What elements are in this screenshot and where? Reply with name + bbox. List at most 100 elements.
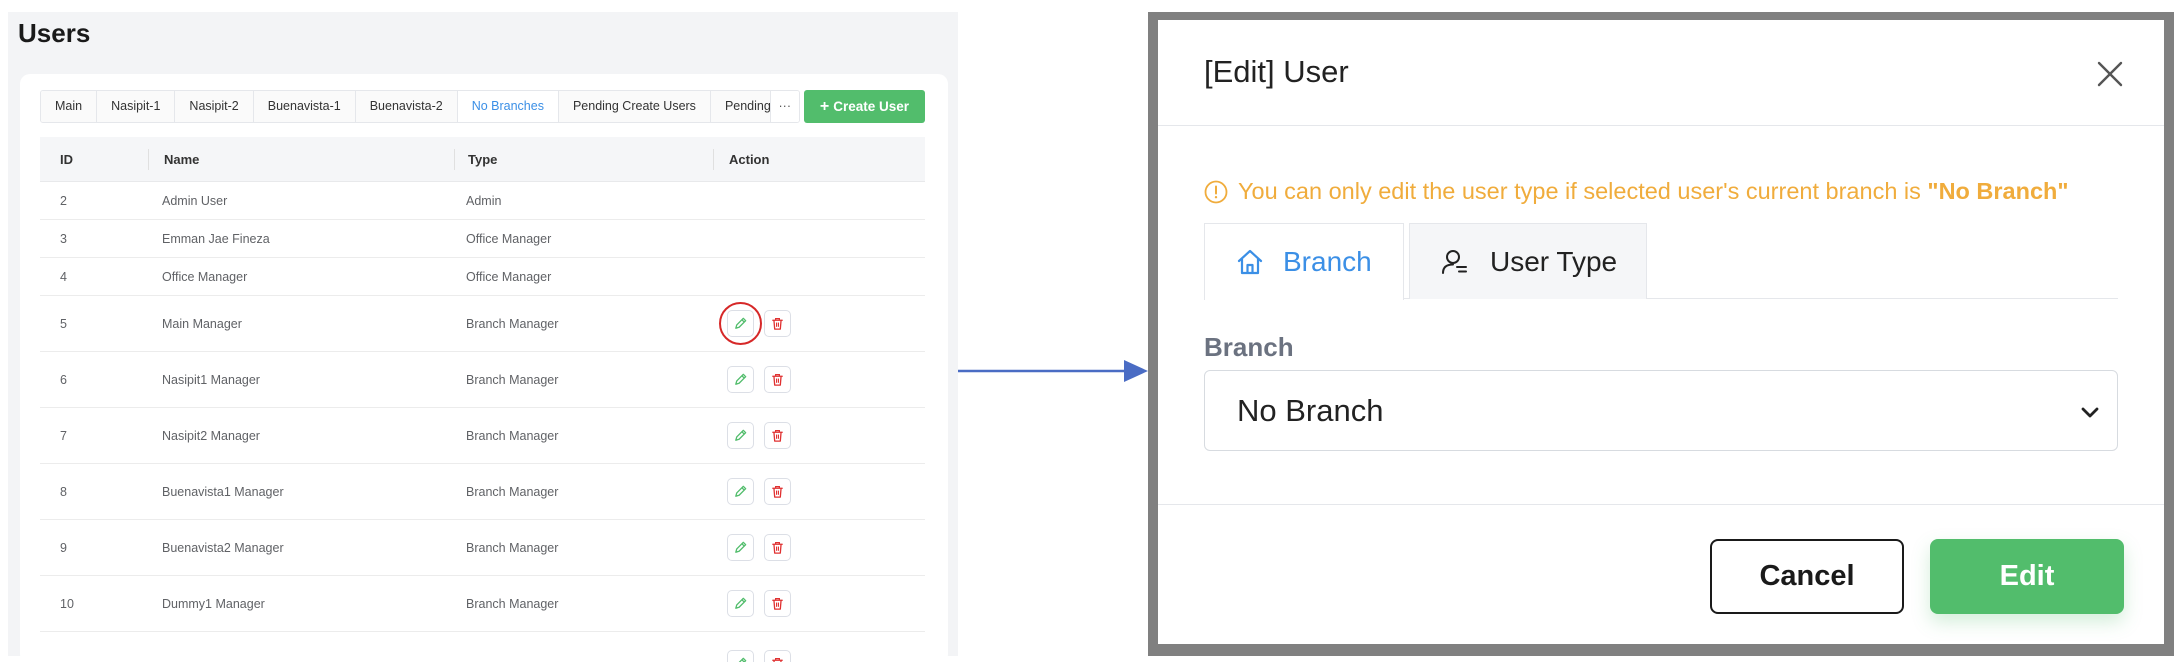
delete-row-button[interactable]: [764, 650, 791, 662]
edit-action-wrapper: [727, 422, 754, 449]
tab-pending-edit[interactable]: Pending E: [710, 91, 771, 122]
edit-action-wrapper: [727, 590, 754, 617]
edit-row-button[interactable]: [727, 422, 754, 449]
modal-tabs: Branch User Type: [1204, 223, 2118, 300]
cell-id: 4: [60, 269, 67, 284]
tab-buenavista-2[interactable]: Buenavista-2: [355, 91, 458, 122]
cell-action: [713, 182, 925, 219]
table-row: 7 Nasipit2 Manager Branch Manager: [40, 408, 925, 464]
modal-overlay: [Edit] User You can only edit the user t…: [1148, 12, 2174, 656]
tab-user-type[interactable]: User Type: [1409, 223, 1647, 299]
modal-title: [Edit] User: [1204, 54, 1349, 89]
cell-id: 8: [60, 484, 67, 499]
cell-type: Branch Manager: [466, 596, 559, 611]
branch-notice: You can only edit the user type if selec…: [1204, 178, 2069, 205]
edit-action-wrapper: [727, 478, 754, 505]
warning-icon: [1204, 180, 1228, 203]
screenshot-stage: Users Main Nasipit-1 Nasipit-2 Buenavist…: [0, 0, 2184, 664]
cancel-button[interactable]: Cancel: [1710, 539, 1904, 614]
tab-user-type-label: User Type: [1490, 245, 1618, 277]
cell-id: 9: [60, 540, 67, 555]
tab-no-branches[interactable]: No Branches: [457, 91, 559, 122]
notice-text: You can only edit the user type if selec…: [1238, 178, 2069, 204]
branch-field-label: Branch: [1204, 332, 1294, 362]
table-row: 6 Nasipit1 Manager Branch Manager: [40, 352, 925, 408]
delete-row-button[interactable]: [764, 478, 791, 505]
trash-icon: [770, 656, 785, 662]
column-header-type[interactable]: Type: [454, 137, 713, 181]
cell-id: 2: [60, 193, 67, 208]
table-row: 8 Buenavista1 Manager Branch Manager: [40, 464, 925, 520]
delete-row-button[interactable]: [764, 534, 791, 561]
create-user-button[interactable]: + Create User: [804, 90, 925, 123]
users-card: Main Nasipit-1 Nasipit-2 Buenavista-1 Bu…: [20, 74, 948, 664]
edit-row-button[interactable]: [727, 590, 754, 617]
tab-pending-create-users[interactable]: Pending Create Users: [558, 91, 711, 122]
edit-action-wrapper: [719, 302, 762, 345]
delete-row-button[interactable]: [764, 422, 791, 449]
edit-user-modal: [Edit] User You can only edit the user t…: [1158, 20, 2164, 644]
tab-branch[interactable]: Branch: [1204, 223, 1404, 300]
edit-row-button[interactable]: [727, 650, 754, 662]
pencil-icon: [733, 540, 748, 555]
users-page: Users Main Nasipit-1 Nasipit-2 Buenavist…: [8, 12, 958, 664]
cell-name: Dummy1 Manager: [162, 596, 265, 611]
cell-action: [713, 464, 925, 519]
arrow-right-icon: [958, 360, 1148, 382]
tab-nasipit-2[interactable]: Nasipit-2: [175, 91, 254, 122]
tab-nasipit-1[interactable]: Nasipit-1: [97, 91, 176, 122]
cell-id: 5: [60, 316, 67, 331]
table-row: 5 Main Manager Branch Manager: [40, 296, 925, 352]
branch-select[interactable]: No Branch: [1204, 370, 2118, 451]
cell-id: 3: [60, 231, 67, 246]
table-body: 2 Admin User Admin 3 Emman Jae Fineza Office …: [40, 182, 925, 662]
cell-type: Office Manager: [466, 231, 552, 246]
user-settings-icon: [1442, 249, 1467, 274]
pencil-icon: [733, 428, 748, 443]
column-header-id[interactable]: ID: [40, 137, 148, 181]
edit-row-button[interactable]: [727, 478, 754, 505]
cell-name: Office Manager: [162, 269, 248, 284]
create-user-label: Create User: [833, 99, 910, 114]
pencil-icon: [733, 596, 748, 611]
cell-action: [713, 520, 925, 575]
chevron-down-icon: [2081, 407, 2099, 418]
close-icon[interactable]: [2096, 60, 2124, 88]
table-row: 2 Admin User Admin: [40, 182, 925, 220]
edit-button[interactable]: Edit: [1930, 539, 2124, 614]
table-row: 4 Office Manager Office Manager: [40, 258, 925, 296]
trash-icon: [770, 596, 785, 611]
plus-icon: +: [819, 97, 830, 115]
cell-id: 10: [60, 596, 74, 611]
cell-type: Office Manager: [466, 269, 552, 284]
trash-icon: [770, 372, 785, 387]
cell-name: Nasipit2 Manager: [162, 428, 260, 443]
delete-row-button[interactable]: [764, 310, 791, 337]
edit-row-button[interactable]: [727, 366, 754, 393]
column-header-name[interactable]: Name: [148, 137, 454, 181]
delete-row-button[interactable]: [764, 366, 791, 393]
pencil-icon: [733, 484, 748, 499]
table-row: 3 Emman Jae Fineza Office Manager: [40, 220, 925, 258]
tab-main[interactable]: Main: [41, 91, 98, 122]
delete-row-button[interactable]: [764, 590, 791, 617]
tab-buenavista-1[interactable]: Buenavista-1: [253, 91, 356, 122]
cell-name: Buenavista1 Manager: [162, 484, 284, 499]
tabs-more-button[interactable]: ···: [770, 91, 799, 122]
pencil-icon: [733, 656, 748, 662]
cell-type: Branch Manager: [466, 540, 559, 555]
tab-branch-label: Branch: [1283, 246, 1372, 277]
table-row-partial: [40, 632, 925, 662]
cell-type: Branch Manager: [466, 484, 559, 499]
edit-row-button[interactable]: [727, 534, 754, 561]
pencil-icon: [733, 316, 748, 331]
trash-icon: [770, 428, 785, 443]
cell-id: 6: [60, 372, 67, 387]
branch-select-value: No Branch: [1237, 392, 1384, 428]
cell-action: [713, 576, 925, 631]
cell-action: [713, 220, 925, 257]
cell-action: [713, 408, 925, 463]
edit-action-wrapper: [727, 534, 754, 561]
edit-row-button[interactable]: [727, 310, 754, 337]
table-row: 9 Buenavista2 Manager Branch Manager: [40, 520, 925, 576]
